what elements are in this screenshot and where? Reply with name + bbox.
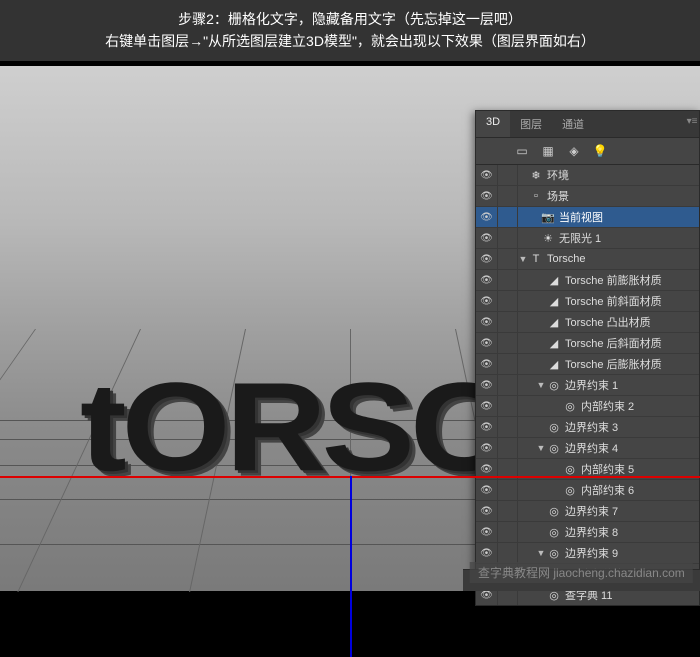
instruction-line2: 右键单击图层→"从所选图层建立3D模型"，就会出现以下效果（图层界面如右）: [10, 30, 690, 52]
panel-toolbar: ▭ ▦ ◈ 💡: [476, 138, 699, 165]
visibility-eye-icon[interactable]: 👁: [476, 312, 498, 332]
item-label: Torsche: [547, 253, 586, 265]
item-type-icon: ◎: [562, 463, 578, 476]
item-label: 边界约束 8: [565, 524, 618, 540]
tree-row[interactable]: 👁 ◢Torsche 后斜面材质: [476, 333, 699, 354]
visibility-eye-icon[interactable]: 👁: [476, 375, 498, 395]
tree-row[interactable]: 👁 ◎边界约束 8: [476, 522, 699, 543]
filter-material-icon[interactable]: ◈: [566, 144, 582, 158]
visibility-eye-icon[interactable]: 👁: [476, 165, 498, 185]
watermark: 查字典教程网 jiaocheng.chazidian.com: [470, 562, 693, 583]
item-type-icon: ◎: [546, 547, 562, 560]
visibility-eye-icon[interactable]: 👁: [476, 186, 498, 206]
instruction-bar: 步骤2：栅格化文字，隐藏备用文字（先忘掉这一层吧） 右键单击图层→"从所选图层建…: [0, 0, 700, 61]
item-label: 边界约束 4: [565, 440, 618, 456]
item-type-icon: ◢: [546, 274, 562, 287]
tree-row[interactable]: 👁 ◎边界约束 3: [476, 417, 699, 438]
item-type-icon: ◎: [546, 526, 562, 539]
visibility-eye-icon[interactable]: 👁: [476, 501, 498, 521]
item-label: Torsche 凸出材质: [565, 314, 651, 330]
item-label: 当前视图: [559, 209, 603, 225]
tree-row[interactable]: 👁 ▼◎边界约束 9: [476, 543, 699, 564]
tree-row[interactable]: 👁 ▼◎边界约束 4: [476, 438, 699, 459]
tree-row[interactable]: 👁 ◎内部约束 6: [476, 480, 699, 501]
tree-row[interactable]: 👁 ◢Torsche 前斜面材质: [476, 291, 699, 312]
visibility-eye-icon[interactable]: 👁: [476, 333, 498, 353]
visibility-eye-icon[interactable]: 👁: [476, 291, 498, 311]
item-type-icon: ❄: [528, 169, 544, 182]
item-type-icon: T: [528, 253, 544, 265]
tab-channels[interactable]: 通道: [552, 111, 594, 137]
item-type-icon: ◎: [562, 484, 578, 497]
item-label: 边界约束 7: [565, 503, 618, 519]
filter-light-icon[interactable]: 💡: [592, 144, 608, 158]
item-label: 内部约束 6: [581, 482, 634, 498]
item-type-icon: ◎: [546, 442, 562, 455]
tree-row[interactable]: 👁 ◎内部约束 2: [476, 396, 699, 417]
panel-menu-icon[interactable]: ▾≡: [685, 111, 699, 137]
item-label: 边界约束 3: [565, 419, 618, 435]
item-type-icon: 📷: [540, 211, 556, 224]
tree-row[interactable]: 👁 ▼◎边界约束 1: [476, 375, 699, 396]
item-label: Torsche 后膨胀材质: [565, 356, 662, 372]
tree-row[interactable]: 👁 ☀无限光 1: [476, 228, 699, 249]
item-type-icon: ◢: [546, 337, 562, 350]
tree-row[interactable]: 👁 ▼TTorsche: [476, 249, 699, 270]
visibility-eye-icon[interactable]: 👁: [476, 480, 498, 500]
item-label: 内部约束 2: [581, 398, 634, 414]
tab-3d[interactable]: 3D: [476, 111, 510, 137]
visibility-eye-icon[interactable]: 👁: [476, 270, 498, 290]
expand-arrow-icon[interactable]: ▼: [536, 380, 546, 390]
filter-mesh-icon[interactable]: ▦: [540, 144, 556, 158]
axis-z: [350, 476, 352, 657]
panel-tabs: 3D 图层 通道 ▾≡: [476, 111, 699, 138]
filter-scene-icon[interactable]: ▭: [514, 144, 530, 158]
item-label: 内部约束 5: [581, 461, 634, 477]
visibility-eye-icon[interactable]: 👁: [476, 417, 498, 437]
item-label: 场景: [547, 188, 569, 204]
tab-layers[interactable]: 图层: [510, 111, 552, 137]
item-label: Torsche 前斜面材质: [565, 293, 662, 309]
item-type-icon: ◢: [546, 316, 562, 329]
expand-arrow-icon[interactable]: ▼: [518, 254, 528, 264]
item-label: 环境: [547, 167, 569, 183]
item-label: 边界约束 1: [565, 377, 618, 393]
item-type-icon: ◎: [546, 421, 562, 434]
item-type-icon: ☀: [540, 232, 556, 245]
item-label: Torsche 前膨胀材质: [565, 272, 662, 288]
item-type-icon: ◎: [546, 379, 562, 392]
visibility-eye-icon[interactable]: 👁: [476, 438, 498, 458]
item-type-icon: ◎: [546, 505, 562, 518]
tree-row[interactable]: 👁 ◢Torsche 前膨胀材质: [476, 270, 699, 291]
item-label: 边界约束 9: [565, 545, 618, 561]
visibility-eye-icon[interactable]: 👁: [476, 522, 498, 542]
tree-row[interactable]: 👁 ❄环境: [476, 165, 699, 186]
tree-row[interactable]: 👁 📷当前视图: [476, 207, 699, 228]
instruction-line1: 步骤2：栅格化文字，隐藏备用文字（先忘掉这一层吧）: [10, 8, 690, 30]
visibility-eye-icon[interactable]: 👁: [476, 396, 498, 416]
visibility-eye-icon[interactable]: 👁: [476, 249, 498, 269]
item-type-icon: ◢: [546, 358, 562, 371]
tree-row[interactable]: 👁 ◢Torsche 后膨胀材质: [476, 354, 699, 375]
item-type-icon: ◎: [562, 400, 578, 413]
tree-row[interactable]: 👁 ◎边界约束 7: [476, 501, 699, 522]
visibility-eye-icon[interactable]: 👁: [476, 228, 498, 248]
visibility-eye-icon[interactable]: 👁: [476, 354, 498, 374]
expand-arrow-icon[interactable]: ▼: [536, 443, 546, 453]
scene-tree: 👁❄环境👁▫场景👁📷当前视图👁☀无限光 1👁▼TTorsche👁◢Torsche…: [476, 165, 699, 605]
visibility-eye-icon[interactable]: 👁: [476, 543, 498, 563]
item-label: 无限光 1: [559, 230, 601, 246]
item-type-icon: ◢: [546, 295, 562, 308]
expand-arrow-icon[interactable]: ▼: [536, 548, 546, 558]
item-type-icon: ▫: [528, 190, 544, 202]
tree-row[interactable]: 👁 ▫场景: [476, 186, 699, 207]
tree-row[interactable]: 👁 ◢Torsche 凸出材质: [476, 312, 699, 333]
3d-panel: 3D 图层 通道 ▾≡ ▭ ▦ ◈ 💡 👁 ❄环境 👁 ▫场景 👁 📷当前视图 👁 ☀无限光 …: [475, 110, 700, 606]
visibility-eye-icon[interactable]: 👁: [476, 207, 498, 227]
item-label: Torsche 后斜面材质: [565, 335, 662, 351]
